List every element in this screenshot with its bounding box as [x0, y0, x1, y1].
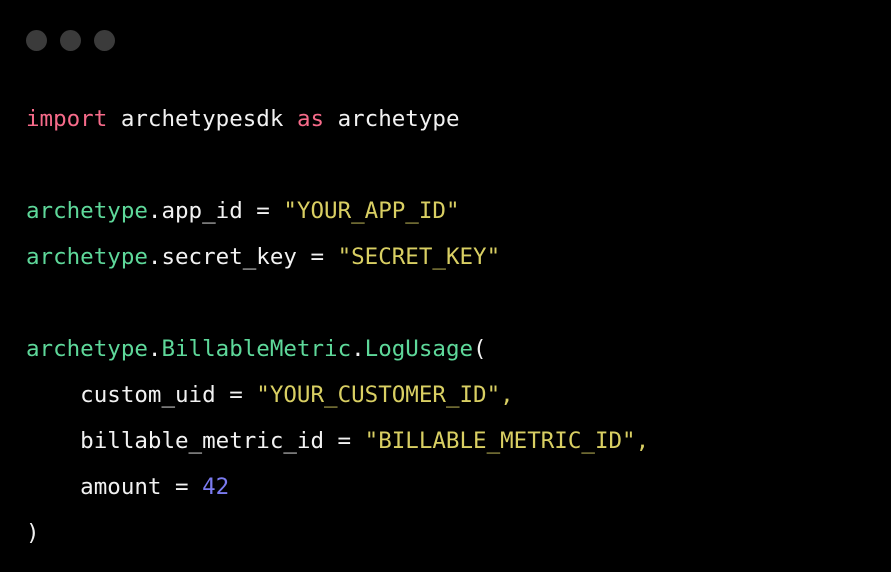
code-token-op: = — [161, 474, 203, 500]
code-snippet-card: import archetypesdk as archetype archety… — [0, 0, 891, 572]
code-token-func: LogUsage — [364, 336, 474, 362]
code-token-plain: .secret_key — [147, 244, 297, 270]
code-line: archetype.BillableMetric.LogUsage( — [26, 326, 891, 372]
close-dot[interactable] — [26, 30, 47, 51]
code-token-string: "BILLABLE_METRIC_ID", — [364, 428, 650, 454]
code-token-punct: ( — [473, 336, 487, 362]
code-token-class: BillableMetric — [161, 336, 352, 362]
code-line: import archetypesdk as archetype — [26, 96, 891, 142]
code-token-plain: .app_id — [147, 198, 243, 224]
code-token-punct: . — [147, 336, 162, 362]
code-token-op: = — [296, 244, 338, 270]
code-token-string: "YOUR_CUSTOMER_ID", — [256, 382, 514, 408]
code-line: amount = 42 — [26, 464, 891, 510]
code-token-keyword: import — [26, 106, 108, 132]
code-token-module: archetype — [26, 244, 148, 270]
code-token-punct: . — [351, 336, 365, 362]
code-token-plain: amount — [26, 474, 162, 500]
code-line: custom_uid = "YOUR_CUSTOMER_ID", — [26, 372, 891, 418]
code-line: archetype.secret_key = "SECRET_KEY" — [26, 234, 891, 280]
code-token-string: "YOUR_APP_ID" — [283, 198, 460, 224]
code-token-plain: archetypesdk — [120, 106, 284, 132]
code-block[interactable]: import archetypesdk as archetype archety… — [26, 96, 891, 556]
code-token-op: = — [324, 428, 365, 454]
code-token-module: archetype — [26, 336, 148, 362]
code-token-punct: ) — [26, 520, 40, 546]
code-token-plain: billable_metric_id — [26, 428, 325, 454]
code-line: billable_metric_id = "BILLABLE_METRIC_ID… — [26, 418, 891, 464]
code-token-string: "SECRET_KEY" — [337, 244, 501, 270]
code-token-number: 42 — [202, 474, 230, 500]
code-line: ) — [26, 510, 891, 556]
code-token-op: = — [215, 382, 257, 408]
code-token-plain: custom_uid — [26, 382, 216, 408]
window-controls — [26, 30, 115, 51]
minimize-dot[interactable] — [60, 30, 81, 51]
maximize-dot[interactable] — [94, 30, 115, 51]
code-token-op: = — [242, 198, 284, 224]
code-token-plain: archetype — [337, 106, 460, 132]
code-line: archetype.app_id = "YOUR_APP_ID" — [26, 188, 891, 234]
code-token-keyword: as — [296, 106, 325, 132]
code-token-module: archetype — [26, 198, 148, 224]
